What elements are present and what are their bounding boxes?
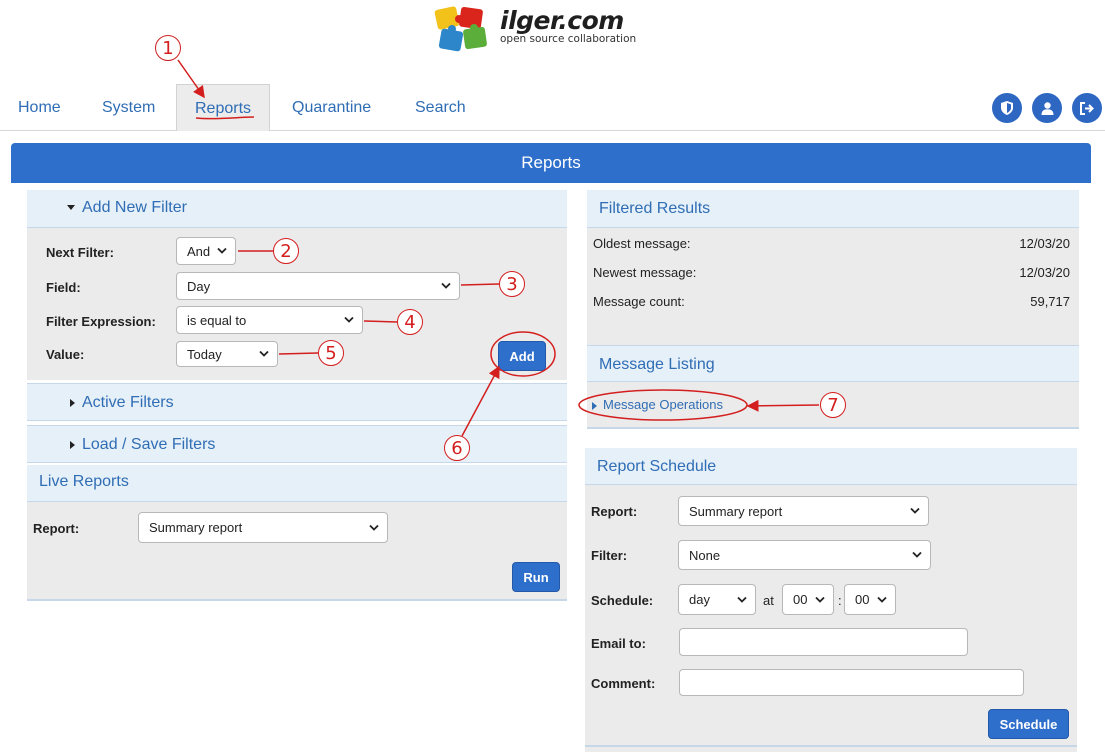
shield-icon[interactable] (992, 93, 1022, 123)
field-label: Field: (46, 280, 81, 295)
report-schedule-panel: Report Schedule Report: Summary report F… (585, 448, 1077, 752)
value-select[interactable]: Today (176, 341, 278, 367)
chevron-down-icon (259, 350, 269, 357)
live-reports-panel: Live Reports Report: Summary report Run (27, 465, 567, 601)
annotation-marker: 7 (820, 392, 846, 418)
page-title: Reports (11, 143, 1091, 183)
add-filter-header[interactable]: Add New Filter (27, 190, 567, 228)
schedule-report-value: Summary report (689, 503, 783, 519)
next-filter-value: And (187, 243, 211, 259)
puzzle-logo-icon (434, 6, 487, 52)
live-reports-heading: Live Reports (27, 465, 567, 502)
schedule-report-select[interactable]: Summary report (678, 496, 929, 526)
filtered-results-panel: Filtered Results Oldest message: 12/03/2… (587, 190, 1079, 345)
newest-message-value: 12/03/20 (1019, 265, 1070, 280)
load-save-filters-heading: Load / Save Filters (82, 436, 216, 453)
load-save-filters-header[interactable]: Load / Save Filters (27, 425, 567, 463)
schedule-period-select[interactable]: day (678, 584, 756, 615)
time-colon: : (838, 593, 842, 608)
comment-label: Comment: (591, 676, 656, 691)
add-filter-panel: Add New Filter Next Filter: And Field: D… (27, 190, 567, 380)
annotation-marker: 3 (499, 271, 525, 297)
tab-system[interactable]: System (84, 84, 173, 131)
next-filter-label: Next Filter: (46, 245, 114, 260)
active-filters-heading: Active Filters (82, 394, 174, 411)
schedule-hour-select[interactable]: 00 (782, 584, 834, 615)
main-nav: Home System Reports Quarantine Search (0, 84, 1105, 131)
schedule-filter-label: Filter: (591, 548, 628, 563)
chevron-down-icon (217, 247, 227, 254)
live-report-value: Summary report (149, 520, 243, 535)
chevron-down-icon (369, 524, 379, 531)
annotation-marker: 1 (155, 35, 181, 61)
site-logo[interactable]: ilger.com open source collaboration (432, 6, 662, 56)
field-select[interactable]: Day (176, 272, 460, 300)
schedule-filter-value: None (689, 547, 721, 563)
report-schedule-heading: Report Schedule (585, 448, 1077, 485)
next-filter-select[interactable]: And (176, 237, 236, 265)
message-operations-label: Message Operations (603, 397, 723, 412)
tab-search[interactable]: Search (397, 84, 484, 131)
tab-home[interactable]: Home (0, 84, 79, 131)
annotation-marker: 6 (444, 435, 470, 461)
caret-right-icon (70, 398, 75, 407)
chevron-down-icon (912, 551, 922, 558)
tab-reports[interactable]: Reports (176, 84, 271, 131)
divider (587, 427, 1079, 429)
logo-tagline: open source collaboration (500, 33, 637, 45)
schedule-button[interactable]: Schedule (988, 709, 1069, 739)
email-to-label: Email to: (591, 636, 646, 651)
logo-name: ilger.com (500, 6, 624, 35)
field-value: Day (187, 278, 211, 294)
schedule-period-value: day (689, 592, 710, 607)
oldest-message-label: Oldest message: (593, 236, 691, 251)
filtered-results-heading: Filtered Results (587, 190, 1079, 228)
schedule-filter-select[interactable]: None (678, 540, 931, 570)
schedule-hour-value: 00 (793, 592, 808, 607)
logout-icon[interactable] (1072, 93, 1102, 123)
add-filter-button[interactable]: Add (498, 341, 546, 371)
oldest-message-value: 12/03/20 (1019, 236, 1070, 251)
annotation-marker: 5 (318, 340, 344, 366)
schedule-minute-select[interactable]: 00 (844, 584, 896, 615)
live-report-label: Report: (33, 521, 80, 536)
message-count-value: 59,717 (1030, 294, 1070, 309)
caret-right-icon (70, 440, 75, 449)
live-report-select[interactable]: Summary report (138, 512, 388, 543)
chevron-down-icon (877, 596, 887, 603)
caret-down-icon (67, 205, 75, 211)
schedule-minute-value: 00 (855, 592, 870, 607)
caret-right-icon (592, 401, 597, 410)
message-operations-link[interactable]: Message Operations (592, 397, 723, 412)
run-button[interactable]: Run (512, 562, 560, 592)
value-value: Today (187, 346, 222, 362)
annotation-marker: 4 (397, 309, 423, 335)
chevron-down-icon (815, 596, 825, 603)
chevron-down-icon (344, 316, 354, 323)
filter-expression-label: Filter Expression: (46, 314, 156, 329)
tab-quarantine[interactable]: Quarantine (274, 84, 389, 131)
divider (27, 599, 567, 601)
value-label: Value: (46, 347, 85, 362)
user-icon[interactable] (1032, 93, 1062, 123)
add-filter-heading: Add New Filter (82, 199, 187, 216)
divider (585, 745, 1077, 747)
comment-input[interactable] (679, 669, 1024, 696)
schedule-report-label: Report: (591, 504, 638, 519)
schedule-label: Schedule: (591, 593, 654, 608)
annotation-marker: 2 (273, 238, 299, 264)
newest-message-label: Newest message: (593, 265, 697, 280)
chevron-down-icon (910, 507, 920, 514)
filter-expression-select[interactable]: is equal to (176, 306, 363, 334)
message-count-label: Message count: (593, 294, 685, 309)
filter-expression-value: is equal to (187, 312, 247, 328)
chevron-down-icon (737, 596, 747, 603)
at-label: at (763, 593, 774, 608)
message-listing-heading: Message Listing (587, 345, 1079, 382)
email-to-input[interactable] (679, 628, 968, 656)
active-filters-header[interactable]: Active Filters (27, 383, 567, 421)
chevron-down-icon (441, 282, 451, 289)
